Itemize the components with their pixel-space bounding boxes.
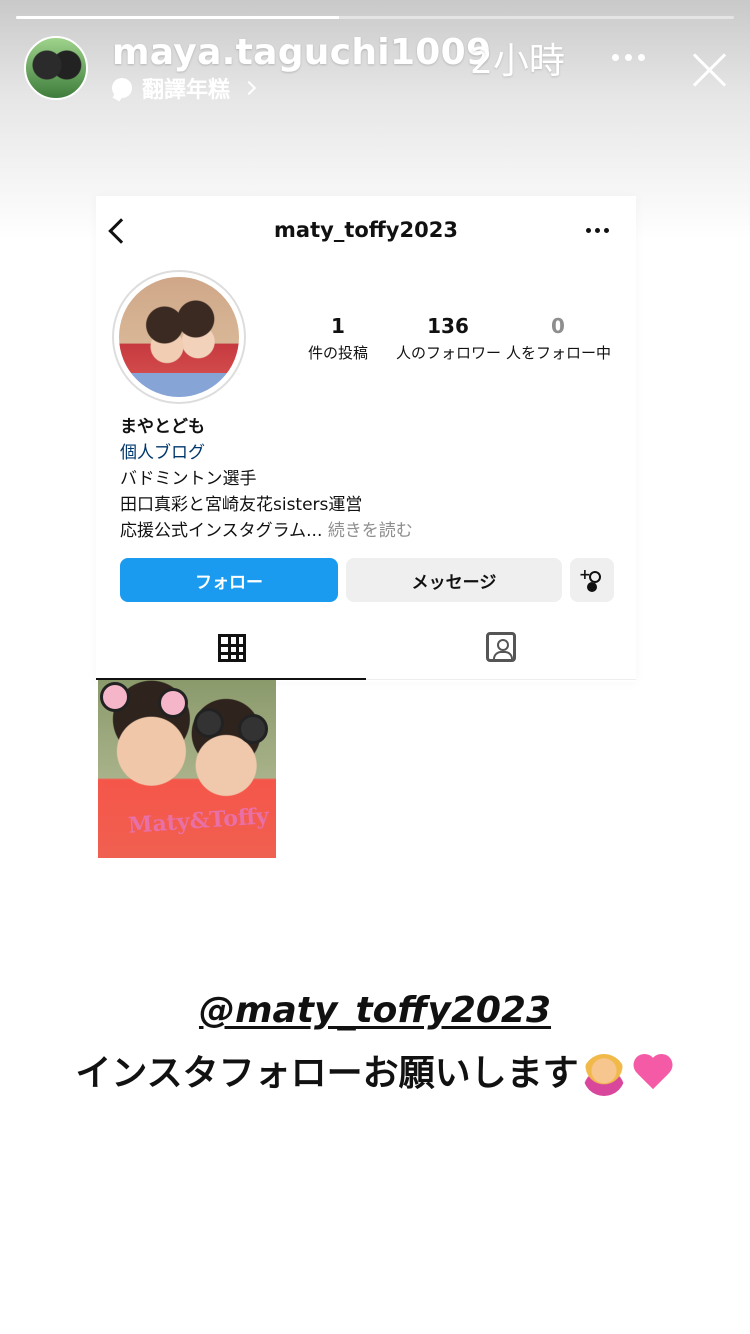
chat-bubble-icon: [112, 78, 132, 98]
stat-following-label: 人をフォロー中: [506, 344, 612, 362]
story-progress-fill: [16, 16, 340, 19]
profile-avatar: [112, 270, 246, 404]
bio-line-2: 田口真彩と宮崎友花sisters運営: [120, 495, 363, 515]
bio-link: 個人ブログ: [120, 443, 205, 463]
mention-text[interactable]: @maty_toffy2023: [0, 990, 750, 1031]
close-icon[interactable]: [688, 48, 732, 92]
stat-followers-value: 136: [427, 314, 469, 338]
person-bowing-emoji-icon: [582, 1054, 625, 1096]
mouse-ear-right: [158, 688, 188, 718]
translate-row[interactable]: 翻譯年糕: [112, 72, 257, 104]
message-button: メッセージ: [346, 558, 562, 602]
profile-screenshot: maty_toffy2023 1 件の投稿 136 人のフォロワー 0 人をフォ…: [96, 196, 636, 682]
story-time: 2小時: [470, 41, 565, 82]
suggest-user-button: [570, 558, 614, 602]
profile-more-icon: [586, 228, 609, 233]
follow-button: フォロー: [120, 558, 338, 602]
mouse-ear-right-2: [238, 714, 268, 744]
post-thumbnail: Maty&Toffy: [98, 680, 276, 858]
more-options-icon[interactable]: [612, 54, 645, 61]
stat-following-value: 0: [551, 314, 565, 338]
story-header: maya.taguchi1009 2小時 翻譯年糕: [0, 30, 750, 110]
profile-tab-bar: [96, 620, 636, 680]
mention-handle[interactable]: @maty_toffy2023: [199, 990, 551, 1031]
chevron-right-icon: [241, 80, 257, 96]
story-progress-bar: [16, 16, 734, 19]
mouse-ear-left-2: [194, 708, 224, 738]
profile-handle: maty_toffy2023: [274, 218, 458, 242]
stat-followers: 136 人のフォロワー: [396, 314, 502, 363]
heart-emoji-icon: [631, 1055, 675, 1095]
add-user-icon: [579, 567, 603, 589]
bio-line-1: バドミントン選手: [120, 469, 257, 489]
profile-avatar-photo: [119, 277, 239, 397]
stat-posts-label: 件の投稿: [307, 344, 368, 362]
bio-more-link: 続きを読む: [327, 521, 413, 541]
tab-tagged: [366, 620, 636, 680]
story-avatar[interactable]: [24, 36, 88, 100]
bio-line-3-row: 応援公式インスタグラム... 続きを読む: [120, 518, 413, 544]
grid-icon: [218, 634, 246, 662]
mouse-ear-left: [100, 682, 130, 712]
stat-followers-label: 人のフォロワー: [396, 344, 502, 362]
stat-following: 0 人をフォロー中: [506, 314, 612, 363]
tagged-user-icon: [486, 632, 516, 662]
bio-line-3: 応援公式インスタグラム...: [120, 521, 323, 541]
caption-text: インスタフォローお願いします: [75, 1053, 579, 1094]
translate-label: 翻譯年糕: [142, 78, 231, 103]
stat-posts: 1 件の投稿: [296, 314, 380, 363]
profile-bio: まやとども 個人ブログ バドミントン選手 田口真彩と宮崎友花sisters運営 …: [120, 414, 413, 544]
stat-posts-value: 1: [331, 314, 345, 338]
story-caption: インスタフォローお願いします: [0, 1044, 750, 1096]
story-username[interactable]: maya.taguchi1009: [112, 32, 491, 73]
tab-posts-grid: [96, 620, 366, 680]
bio-name: まやとども: [120, 417, 205, 437]
post-watermark-text: Maty&Toffy: [127, 803, 270, 839]
